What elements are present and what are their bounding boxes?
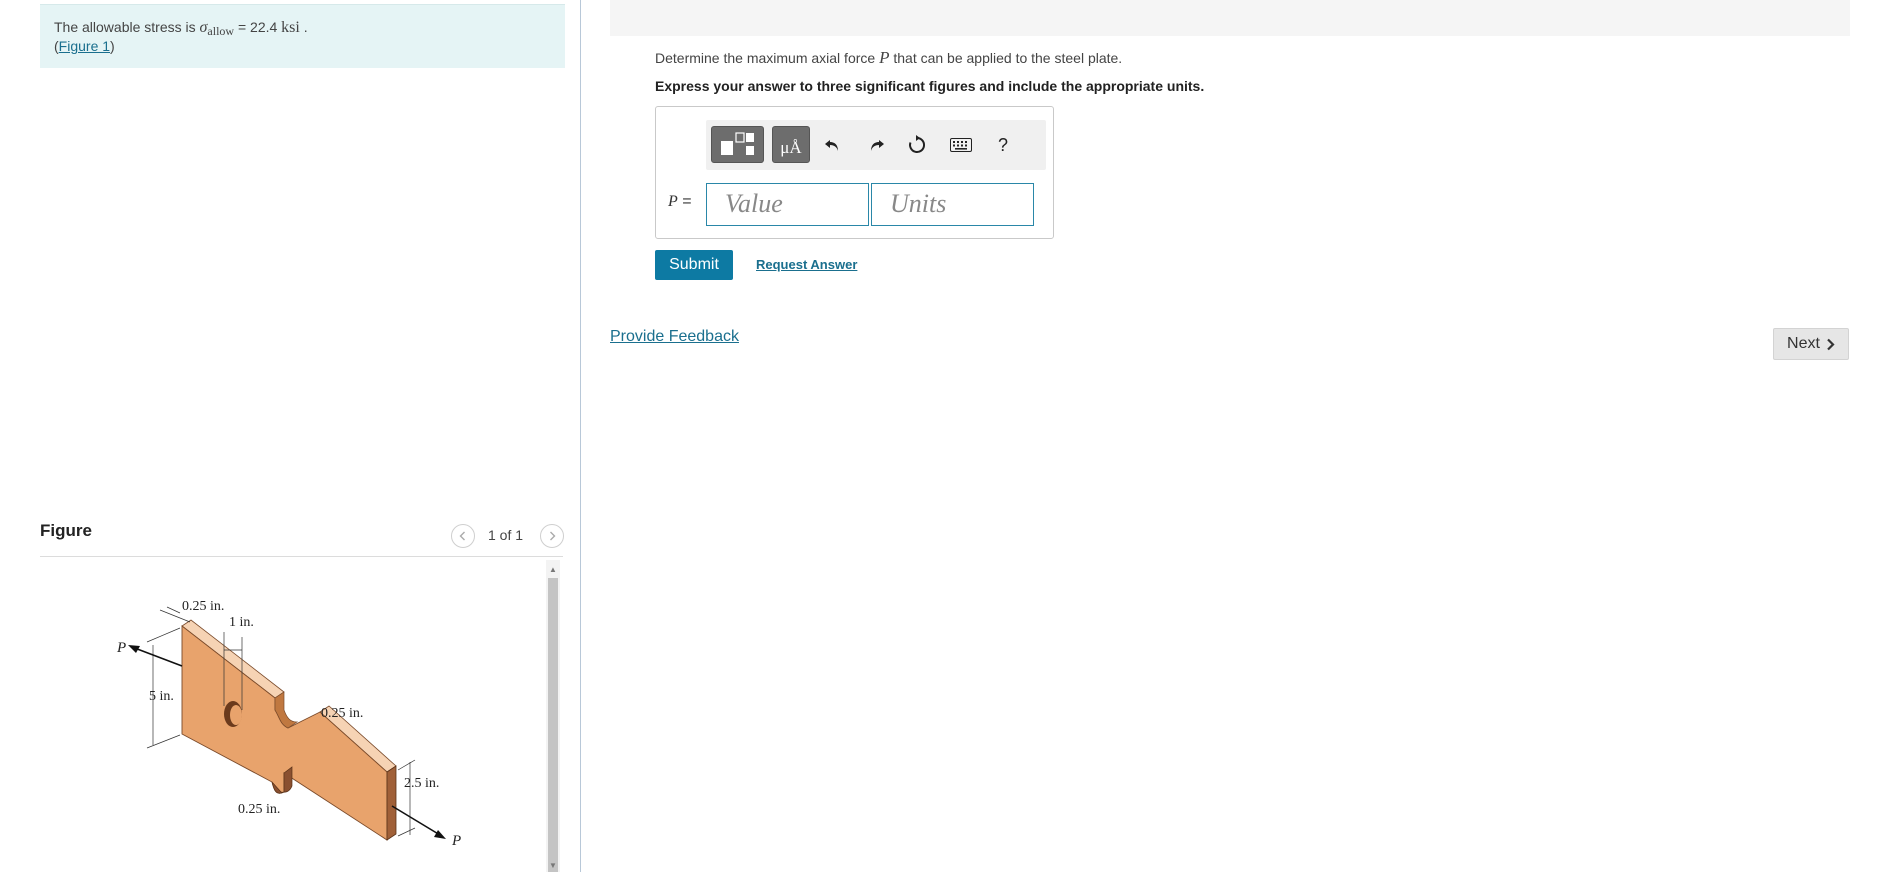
answer-label: P = (668, 193, 692, 211)
answer-variable: P (668, 193, 678, 210)
reset-icon[interactable] (904, 132, 930, 158)
provide-feedback-link[interactable]: Provide Feedback (610, 328, 739, 346)
sigma-subscript: allow (207, 24, 235, 38)
steel-plate-figure: 0.25 in. 1 in. P 5 in. 0.25 in. 2.5 in. … (116, 599, 461, 849)
previous-figure-button[interactable] (451, 524, 475, 548)
label-two-five: 2.5 in. (404, 776, 439, 791)
label-one-in: 1 in. (229, 615, 254, 630)
plate-hole-inner (230, 705, 242, 725)
label-p-right: P (451, 833, 461, 849)
answer-equals: = (677, 193, 692, 210)
label-top-thickness: 0.25 in. (182, 599, 224, 614)
question-pre: Determine the maximum axial force (655, 50, 880, 66)
scroll-down-icon[interactable]: ▼ (546, 858, 560, 872)
help-icon[interactable]: ? (990, 132, 1016, 158)
part-header (610, 0, 1850, 36)
keyboard-icon[interactable] (948, 132, 974, 158)
close-paren: ) (110, 38, 115, 54)
redo-icon[interactable] (863, 132, 889, 158)
label-bottom-thickness: 0.25 in. (238, 802, 280, 817)
request-answer-link[interactable]: Request Answer (756, 257, 857, 272)
question-post: that can be applied to the steel plate. (889, 50, 1123, 66)
chevron-right-icon (1827, 338, 1835, 350)
submit-button[interactable]: Submit (655, 250, 733, 280)
label-hole-thickness: 0.25 in. (321, 706, 363, 721)
next-button[interactable]: Next (1773, 328, 1849, 360)
figure-scroll-thumb[interactable] (548, 578, 558, 872)
stress-unit: ksi (281, 19, 300, 36)
templates-icon (721, 132, 754, 155)
chevron-right-icon (550, 531, 556, 541)
label-five-in: 5 in. (149, 689, 174, 704)
panel-divider (580, 0, 581, 872)
answer-instructions: Express your answer to three significant… (655, 78, 1205, 94)
chevron-left-icon (459, 531, 465, 541)
problem-statement: The allowable stress is σallow = 22.4 ks… (40, 4, 565, 68)
figure-separator (40, 556, 563, 557)
value-input[interactable]: Value (706, 183, 869, 226)
end-dot: . (299, 19, 308, 35)
templates-button[interactable] (711, 126, 764, 163)
plate-end-face (386, 765, 397, 841)
figure-pager: 1 of 1 (488, 527, 524, 543)
label-p-left: P (116, 640, 126, 656)
problem-text: The allowable stress is (54, 19, 200, 35)
units-input[interactable]: Units (871, 183, 1034, 226)
figure-link[interactable]: Figure 1 (59, 38, 110, 54)
figure-title: Figure (40, 521, 92, 540)
next-figure-button[interactable] (540, 524, 564, 548)
scroll-up-icon[interactable]: ▲ (546, 562, 560, 576)
question-text: Determine the maximum axial force P that… (655, 48, 1122, 68)
next-label: Next (1787, 335, 1820, 352)
undo-icon[interactable] (820, 132, 846, 158)
stress-value: = 22.4 (234, 19, 282, 35)
math-toolbar: μÅ ? (706, 120, 1046, 170)
question-variable: P (879, 48, 890, 67)
units-button[interactable]: μÅ (772, 126, 810, 163)
